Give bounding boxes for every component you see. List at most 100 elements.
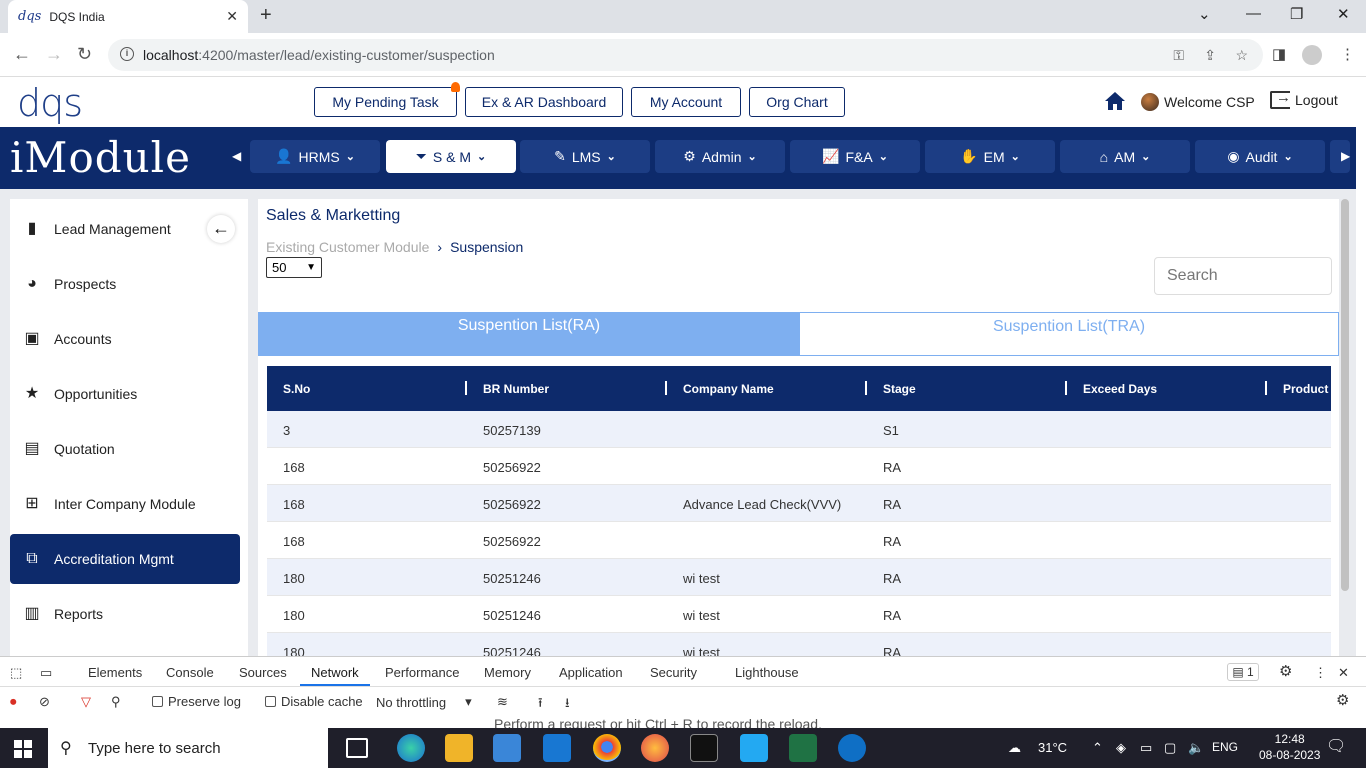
sidebar-item-lead-management[interactable]: ▮ Lead Management <box>10 204 240 254</box>
column-header-stage[interactable]: Stage <box>883 382 916 396</box>
sidebar-item-quotation[interactable]: ▤ Quotation <box>10 424 240 474</box>
devtools-tab-console[interactable]: Console <box>166 665 214 680</box>
dqs-logo[interactable]: dqs <box>17 81 83 125</box>
my-pending-task-button[interactable]: My Pending Task <box>314 87 457 117</box>
minimize-icon[interactable]: — <box>1246 5 1261 22</box>
network-tray-icon[interactable]: ▭ <box>1140 740 1152 756</box>
module-hrms[interactable]: 👤 HRMS ⌄ <box>250 140 380 173</box>
column-resize-handle[interactable] <box>1065 381 1067 395</box>
table-row[interactable]: 180 50251246 wi test RA <box>267 633 1331 656</box>
devtools-tab-application[interactable]: Application <box>559 665 623 680</box>
firefox-icon[interactable] <box>641 734 669 762</box>
clear-icon[interactable]: ⊘ <box>39 694 50 710</box>
file-explorer-icon[interactable] <box>445 734 473 762</box>
back-icon[interactable]: ← <box>13 44 31 65</box>
mail-icon[interactable] <box>543 734 571 762</box>
logout-button[interactable]: Logout <box>1270 89 1338 109</box>
table-row[interactable]: 168 50256922 RA <box>267 448 1331 485</box>
module-am[interactable]: ⌂ AM ⌄ <box>1060 140 1190 173</box>
column-header-br-number[interactable]: BR Number <box>483 382 549 396</box>
devtools-menu-icon[interactable]: ⋮ <box>1314 665 1327 681</box>
network-settings-gear-icon[interactable]: ⚙ <box>1336 691 1349 709</box>
page-size-select[interactable]: 50 ▼ <box>266 257 322 278</box>
clock[interactable]: 12:48 08-08-2023 <box>1259 731 1320 763</box>
issues-badge[interactable]: ▤ 1 <box>1227 663 1259 681</box>
sidebar-item-accreditation-mgmt[interactable]: ⧉ Accreditation Mgmt <box>10 534 240 584</box>
excel-icon[interactable] <box>789 734 817 762</box>
org-chart-button[interactable]: Org Chart <box>749 87 845 117</box>
devtools-tab-memory[interactable]: Memory <box>484 665 531 680</box>
collapse-sidebar-icon[interactable]: ← <box>207 215 235 243</box>
windows-start-icon[interactable] <box>14 740 32 758</box>
devtools-tab-security[interactable]: Security <box>650 665 697 680</box>
language-indicator[interactable]: ENG <box>1212 740 1238 754</box>
table-row[interactable]: 180 50251246 wi test RA <box>267 596 1331 633</box>
ex-ar-dashboard-button[interactable]: Ex & AR Dashboard <box>465 87 623 117</box>
devtools-tab-sources[interactable]: Sources <box>239 665 287 680</box>
task-view-icon[interactable] <box>346 738 368 758</box>
column-resize-handle[interactable] <box>865 381 867 395</box>
filter-icon[interactable]: ▽ <box>81 694 91 710</box>
terminal-icon[interactable] <box>690 734 718 762</box>
my-account-button[interactable]: My Account <box>631 87 741 117</box>
column-resize-handle[interactable] <box>465 381 467 395</box>
devtools-tab-performance[interactable]: Performance <box>385 665 459 680</box>
url-field[interactable]: i localhost:4200/master/lead/existing-cu… <box>108 39 1263 71</box>
column-header-company-name[interactable]: Company Name <box>683 382 774 396</box>
key-icon[interactable]: ⚿ <box>1173 47 1184 64</box>
column-header-sno[interactable]: S.No <box>283 382 310 396</box>
device-toggle-icon[interactable]: ▭ <box>40 665 52 681</box>
nav-prev-icon[interactable]: ◀ <box>232 149 241 163</box>
devtools-tab-lighthouse[interactable]: Lighthouse <box>735 665 799 680</box>
taskbar-search-input[interactable]: ⚲ Type here to search <box>48 728 328 768</box>
tab-suspension-ra[interactable]: Suspention List(RA) <box>258 312 800 356</box>
nav-next-icon[interactable]: ▶ <box>1341 149 1350 163</box>
column-header-product[interactable]: Product <box>1283 382 1328 396</box>
window-close-icon[interactable]: ✕ <box>1337 5 1350 23</box>
sidebar-item-reports[interactable]: ▥ Reports <box>10 589 240 639</box>
table-row[interactable]: 168 50256922 Advance Lead Check(VVV) RA <box>267 485 1331 522</box>
module-fa[interactable]: 📈 F&A ⌄ <box>790 140 920 173</box>
main-scrollbar[interactable] <box>1341 199 1349 591</box>
sidebar-item-prospects[interactable]: ◕ Prospects <box>10 259 240 309</box>
welcome-user[interactable]: Welcome CSP <box>1141 93 1255 111</box>
export-har-icon[interactable]: ⭳ <box>565 694 570 716</box>
weather-temp[interactable]: 31°C <box>1038 740 1067 755</box>
tray-chevron-up-icon[interactable]: ⌃ <box>1092 740 1103 756</box>
module-lms[interactable]: ✎ LMS ⌄ <box>520 140 650 173</box>
tab-close-icon[interactable]: ✕ <box>226 8 238 25</box>
table-row[interactable]: 180 50251246 wi test RA <box>267 559 1331 596</box>
sidebar-item-opportunities[interactable]: ★ Opportunities <box>10 369 240 419</box>
network-conditions-icon[interactable]: ≋ <box>497 694 508 710</box>
weather-icon[interactable]: ☁ <box>1008 740 1021 756</box>
bookmark-star-icon[interactable]: ☆ <box>1235 47 1248 64</box>
chrome-icon[interactable] <box>593 734 621 762</box>
tab-suspension-tra[interactable]: Suspention List(TRA) <box>800 312 1339 356</box>
module-sm[interactable]: ⏷ S & M ⌄ <box>386 140 516 173</box>
disable-cache-checkbox[interactable]: Disable cache <box>265 694 363 709</box>
site-info-icon[interactable]: i <box>120 47 134 61</box>
module-audit[interactable]: ◉ Audit ⌄ <box>1195 140 1325 173</box>
security-tray-icon[interactable]: ◈ <box>1116 740 1126 756</box>
search-icon[interactable]: ⚲ <box>111 694 121 710</box>
sidebar-item-inter-company-module[interactable]: ⊞ Inter Company Module <box>10 479 240 529</box>
volume-muted-icon[interactable]: 🔈 <box>1188 740 1204 756</box>
side-panel-icon[interactable]: ◨ <box>1272 45 1286 63</box>
profile-icon[interactable] <box>1302 45 1322 65</box>
preserve-log-checkbox[interactable]: Preserve log <box>152 694 241 709</box>
column-resize-handle[interactable] <box>1265 381 1267 395</box>
restore-icon[interactable]: ❐ <box>1290 5 1303 23</box>
menu-dots-icon[interactable]: ⋮ <box>1340 45 1355 63</box>
settings-gear-icon[interactable]: ⚙ <box>1279 662 1292 680</box>
forward-icon[interactable]: → <box>45 44 63 65</box>
skype-icon[interactable] <box>838 734 866 762</box>
breadcrumb-item[interactable]: Existing Customer Module <box>266 239 429 255</box>
search-input[interactable]: Search <box>1154 257 1332 295</box>
share-icon[interactable]: ⇪ <box>1204 47 1216 64</box>
module-em[interactable]: ✋ EM ⌄ <box>925 140 1055 173</box>
devtools-close-icon[interactable]: ✕ <box>1338 665 1349 681</box>
import-har-icon[interactable]: ⭱ <box>538 694 543 716</box>
column-resize-handle[interactable] <box>665 381 667 395</box>
edge-icon[interactable] <box>397 734 425 762</box>
record-icon[interactable]: ⏺ <box>10 694 17 710</box>
